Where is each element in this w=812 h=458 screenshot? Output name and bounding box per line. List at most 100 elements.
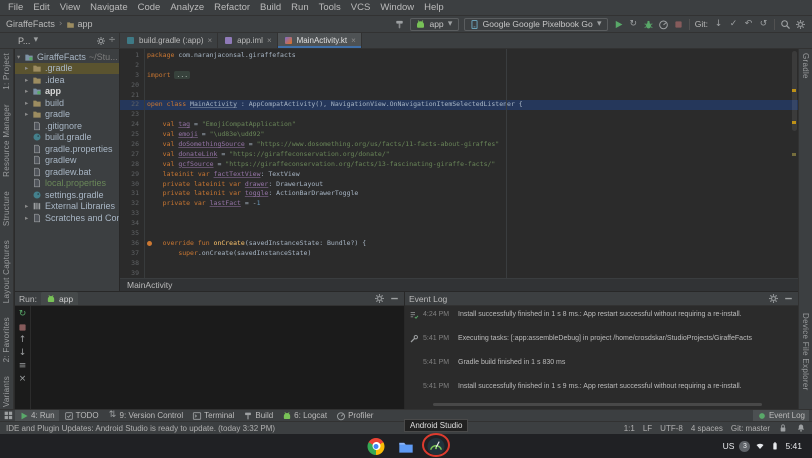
tree-item-gitignore[interactable]: .gitignore — [15, 120, 119, 132]
system-tray[interactable]: US 3 5:41 — [717, 436, 808, 456]
gear-icon[interactable] — [96, 36, 106, 46]
gear-icon[interactable] — [768, 293, 779, 304]
menu-window[interactable]: Window — [375, 0, 419, 16]
debug-icon[interactable] — [643, 19, 654, 30]
tree-item-gradle-properties[interactable]: gradle.properties — [15, 143, 119, 155]
up-icon[interactable]: ↑ — [17, 335, 28, 346]
toolwindow-tab-todo[interactable]: TODO — [60, 410, 103, 422]
tree-item-gradle[interactable]: ▸.gradle — [15, 63, 119, 75]
grid-icon[interactable] — [3, 410, 14, 421]
editor-tab-mainactivity-kt[interactable]: MainActivity.kt× — [278, 33, 362, 48]
hide-icon[interactable] — [389, 293, 400, 304]
toolwindow-button-1-project[interactable]: 1: Project — [2, 53, 11, 90]
code-line[interactable]: 21 — [120, 91, 798, 101]
expand-arrow-icon[interactable]: ▸ — [25, 64, 32, 72]
code-line[interactable]: 35 — [120, 229, 798, 239]
close-icon[interactable]: × — [267, 36, 272, 45]
toolwindow-tab-event-log[interactable]: Event Log — [753, 410, 809, 422]
expand-arrow-icon[interactable]: ▸ — [25, 110, 32, 118]
menu-help[interactable]: Help — [419, 0, 449, 16]
code-line[interactable]: 25 val emoji = "\ud83e\udd92" — [120, 130, 798, 140]
menu-run[interactable]: Run — [286, 0, 313, 16]
code-line[interactable]: 1package com.naranjaconsal.giraffefacts — [120, 51, 798, 61]
toolwindow-tab-terminal[interactable]: Terminal — [188, 410, 238, 422]
status-1-1[interactable]: 1:1 — [624, 424, 635, 433]
gear-icon[interactable] — [374, 293, 385, 304]
tree-item-local-properties[interactable]: local.properties — [15, 178, 119, 190]
expand-arrow-icon[interactable]: ▸ — [25, 202, 32, 210]
code-line[interactable]: 29 lateinit var factTextView: TextView — [120, 170, 798, 180]
toolwindow-tab-9-version-control[interactable]: ⇅9: Version Control — [104, 410, 188, 422]
app-files-icon[interactable] — [398, 438, 415, 455]
toolwindow-tab-profiler[interactable]: Profiler — [332, 410, 377, 422]
menu-navigate[interactable]: Navigate — [85, 0, 133, 16]
code-line[interactable]: 27 val donateLink = "https://giraffecons… — [120, 150, 798, 160]
code-line[interactable]: 22open class MainActivity : AppCompatAct… — [120, 100, 798, 110]
toolwindow-button-2-favorites[interactable]: 2: Favorites — [2, 317, 11, 362]
run-icon[interactable] — [613, 19, 624, 30]
status-4-spaces[interactable]: 4 spaces — [691, 424, 723, 433]
menu-vcs[interactable]: VCS — [346, 0, 376, 16]
code-line[interactable]: 24 val tag = "EmojiCompatApplication" — [120, 120, 798, 130]
stop-icon[interactable] — [17, 322, 28, 333]
code-line[interactable]: 31 private lateinit var toggle: ActionBa… — [120, 189, 798, 199]
status-lf[interactable]: LF — [643, 424, 652, 433]
tree-item-idea[interactable]: ▸.idea — [15, 74, 119, 86]
project-view-selector[interactable]: P... ▾ ÷ — [15, 33, 120, 48]
code-line[interactable]: 2 — [120, 61, 798, 71]
menu-code[interactable]: Code — [133, 0, 166, 16]
event-log-content[interactable]: 4:24 PMInstall successfully finished in … — [405, 306, 798, 409]
toolwindow-tab-4-run[interactable]: 4: Run — [15, 410, 59, 422]
menu-tools[interactable]: Tools — [314, 0, 346, 16]
code-line[interactable]: 28 val gcfSource = "https://giraffeconse… — [120, 160, 798, 170]
hide-icon[interactable] — [783, 293, 794, 304]
tree-item-scratches-and-consoles[interactable]: ▸Scratches and Consoles — [15, 212, 119, 224]
horizontal-scrollbar[interactable] — [433, 403, 762, 406]
device-select[interactable]: Google Google Pixelbook Go ▾ — [464, 18, 608, 31]
toolwindow-button-layout-captures[interactable]: Layout Captures — [2, 240, 11, 303]
commit-icon[interactable]: ✓ — [728, 19, 739, 30]
menu-analyze[interactable]: Analyze — [165, 0, 209, 16]
rerun-icon[interactable]: ↻ — [17, 309, 28, 320]
tree-item-build-gradle[interactable]: build.gradle — [15, 132, 119, 144]
toolwindow-tab-6-logcat[interactable]: 6: Logcat — [278, 410, 331, 422]
tree-item-gradlew-bat[interactable]: gradlew.bat — [15, 166, 119, 178]
editor-scrollbar[interactable] — [791, 49, 797, 278]
code-line[interactable]: 36 override fun onCreate(savedInstanceSt… — [120, 239, 798, 249]
expand-arrow-icon[interactable]: ▾ — [17, 53, 24, 61]
code-line[interactable]: 3import ... — [120, 71, 798, 81]
revert-icon[interactable]: ↶ — [743, 19, 754, 30]
run-tab-app[interactable]: app — [41, 292, 78, 305]
breadcrumb-project[interactable]: GiraffeFacts — [6, 19, 55, 29]
hammer-icon[interactable] — [394, 19, 405, 30]
tree-item-settings-gradle[interactable]: settings.gradle — [15, 189, 119, 201]
search-icon[interactable] — [780, 19, 791, 30]
lock-icon[interactable] — [778, 423, 788, 433]
code-line[interactable]: 38 — [120, 259, 798, 269]
down-icon[interactable]: ↓ — [17, 348, 28, 359]
collapse-all-icon[interactable]: ÷ — [108, 35, 116, 46]
code-line[interactable]: 30 private lateinit var drawer: DrawerLa… — [120, 180, 798, 190]
close-icon[interactable]: × — [351, 36, 356, 45]
code-editor[interactable]: 1package com.naranjaconsal.giraffefacts2… — [120, 49, 798, 278]
expand-arrow-icon[interactable]: ▸ — [25, 99, 32, 107]
code-line[interactable]: 37 super.onCreate(savedInstanceState) — [120, 249, 798, 259]
update-icon[interactable]: ↓ — [713, 19, 724, 30]
settings-icon[interactable] — [795, 19, 806, 30]
toolwindow-button-resource-manager[interactable]: Resource Manager — [2, 104, 11, 177]
status-git-master[interactable]: Git: master — [731, 424, 770, 433]
status-message[interactable]: IDE and Plugin Updates: Android Studio i… — [6, 424, 275, 433]
toolwindow-button-gradle[interactable]: Gradle — [801, 53, 810, 79]
code-line[interactable]: 34 — [120, 219, 798, 229]
tree-item-gradlew[interactable]: gradlew — [15, 155, 119, 167]
code-line[interactable]: 32 private var lastFact = -1 — [120, 199, 798, 209]
expand-arrow-icon[interactable]: ▸ — [25, 214, 32, 222]
menu-view[interactable]: View — [55, 0, 85, 16]
app-chrome-icon[interactable] — [368, 438, 385, 455]
code-line[interactable]: 39 — [120, 269, 798, 278]
status-utf-8[interactable]: UTF-8 — [660, 424, 683, 433]
tree-item-app[interactable]: ▸app — [15, 86, 119, 98]
toolwindow-tab-build[interactable]: Build — [239, 410, 277, 422]
apply-changes-icon[interactable]: ↻ — [628, 19, 639, 30]
code-line[interactable]: 23 — [120, 110, 798, 120]
